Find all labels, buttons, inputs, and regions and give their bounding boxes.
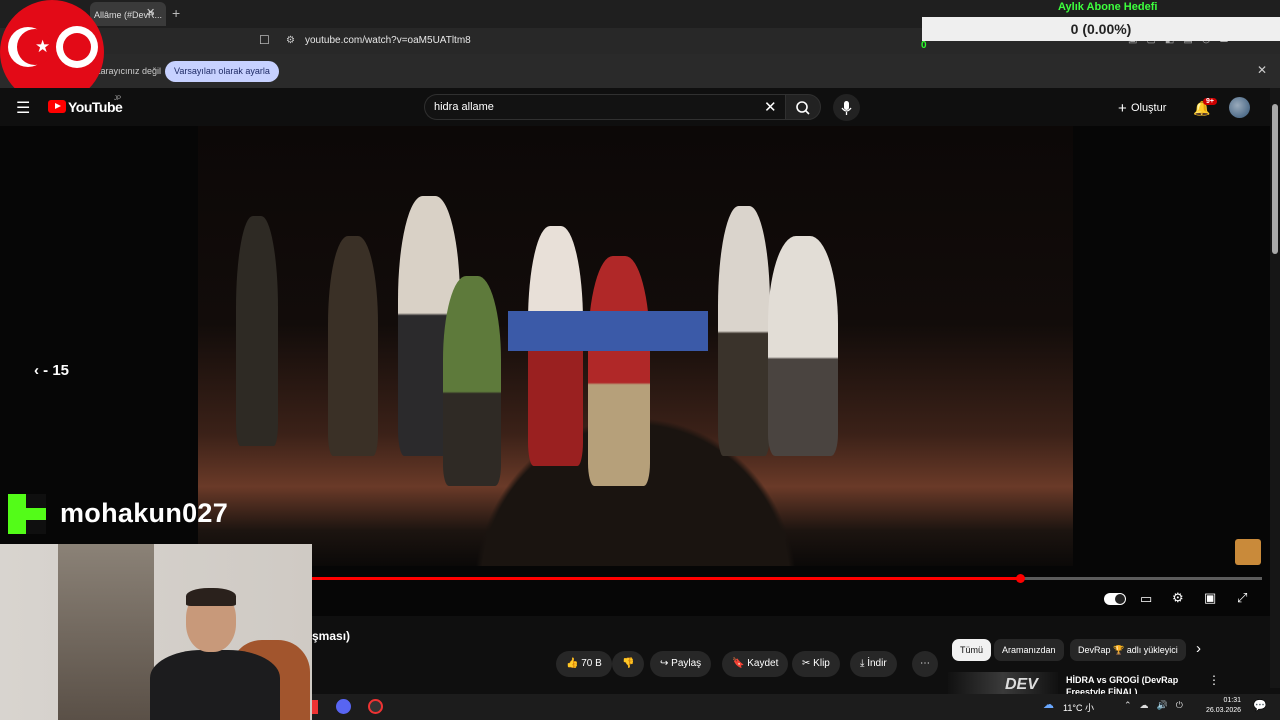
more-actions-button[interactable]: ⋯ xyxy=(912,651,938,677)
infobar-text: tarayıcınız değil xyxy=(98,66,162,76)
ime-indicator[interactable]: 小 xyxy=(1085,703,1094,713)
new-tab-icon[interactable]: + xyxy=(172,5,180,21)
subtitles-icon[interactable]: ▭ xyxy=(1140,591,1152,607)
goal-title: Aylık Abone Hedefi xyxy=(1058,1,1158,13)
clip-button[interactable]: ✂ Klip xyxy=(792,651,840,677)
bookmark-icon[interactable]: ☐ xyxy=(259,33,270,47)
play-triangle-icon xyxy=(55,103,61,109)
clock-time: 01:31 xyxy=(1223,697,1242,704)
recommendation-title[interactable]: HİDRA vs GROGİ (DevRap Freestyle FİNAL) xyxy=(1066,674,1186,694)
like-button[interactable]: 👍 70 B xyxy=(556,651,612,677)
chip-from-search[interactable]: Aramanızdan xyxy=(994,639,1064,661)
bookmark-icon: 🔖 xyxy=(732,658,748,669)
weather-cloud-icon: ☁ xyxy=(1043,699,1054,711)
chip-uploader[interactable]: DevRap 🏆 adlı yükleyici xyxy=(1070,639,1186,661)
scrollbar-thumb[interactable] xyxy=(1272,104,1278,254)
progress-fill xyxy=(312,577,1020,580)
download-label: İndir xyxy=(867,658,887,669)
hamburger-menu-icon[interactable]: ☰ xyxy=(16,98,30,118)
scissors-icon: ✂ xyxy=(802,658,814,669)
streamer-name: mohakun027 xyxy=(60,498,229,528)
chevron-right-icon[interactable]: › xyxy=(1196,640,1201,657)
voice-search-button[interactable] xyxy=(833,94,860,121)
fullscreen-icon[interactable]: ⤢ xyxy=(1237,590,1247,606)
site-info-icon[interactable]: ⚙ xyxy=(286,35,295,46)
clip-label: Klip xyxy=(813,658,830,669)
download-button[interactable]: ⤓ İndir xyxy=(850,651,897,677)
clock-date: 26.03.2026 xyxy=(1206,707,1242,714)
discord-icon[interactable] xyxy=(336,699,351,714)
set-default-button[interactable]: Varsayılan olarak ayarla xyxy=(165,61,279,82)
video-title: şması) xyxy=(312,629,351,643)
thumbs-down-icon: 👎 xyxy=(622,658,635,669)
share-icon: ↪ xyxy=(660,658,672,669)
wall-poster xyxy=(58,544,154,720)
like-count: 70 B xyxy=(581,658,602,669)
create-label: Oluştur xyxy=(1130,102,1167,114)
search-button[interactable] xyxy=(785,94,821,120)
seek-back-indicator: ‹ - 15 xyxy=(34,362,69,379)
avatar[interactable] xyxy=(1229,97,1250,118)
clear-search-icon[interactable]: ✕ xyxy=(764,98,777,116)
plus-icon: + xyxy=(1118,100,1131,117)
share-label: Paylaş xyxy=(671,658,702,669)
browser-app-icon[interactable] xyxy=(368,699,383,714)
thumbs-up-icon: 👍 xyxy=(566,658,582,669)
streamer-body xyxy=(150,650,280,720)
create-button[interactable]: + Oluştur xyxy=(1118,100,1166,117)
app-icon[interactable] xyxy=(312,700,318,714)
channel-watermark-icon[interactable] xyxy=(1235,539,1261,565)
dislike-button[interactable]: 👎 xyxy=(612,651,645,677)
weather-value: 11°C xyxy=(1063,703,1083,713)
chip-all[interactable]: Tümü xyxy=(952,639,992,661)
share-button[interactable]: ↪ Paylaş xyxy=(650,651,712,677)
search-icon xyxy=(796,101,810,115)
miniplayer-icon[interactable]: ▣ xyxy=(1204,590,1216,606)
search-input[interactable]: hidra allame xyxy=(434,101,494,113)
weather-temp: 11°C 小 xyxy=(1063,701,1094,714)
more-dots-icon: ⋯ xyxy=(920,658,930,669)
close-tab-icon[interactable]: ✕ xyxy=(146,6,155,19)
progress-scrubber[interactable] xyxy=(1016,574,1025,583)
thumbnail-text: DEV xyxy=(1005,676,1038,693)
goal-value: 0 (0.00%) xyxy=(922,17,1280,41)
streamer-hair xyxy=(186,588,236,606)
notification-badge: 9+ xyxy=(1203,98,1217,105)
microphone-icon xyxy=(841,101,852,115)
kick-logo-cut xyxy=(26,494,46,508)
brand-country: JP xyxy=(114,96,122,102)
system-tray-icons[interactable]: ⌃☁🔊⏻ xyxy=(1124,700,1191,711)
save-button[interactable]: 🔖 Kaydet xyxy=(722,651,789,677)
notification-center-icon[interactable]: 💬 xyxy=(1253,699,1267,712)
save-label: Kaydet xyxy=(747,658,779,669)
skip-label: - 15 xyxy=(43,362,70,379)
more-options-icon[interactable]: ⋮ xyxy=(1208,673,1220,687)
chevron-left-icon: ‹ xyxy=(34,362,44,379)
autoplay-knob xyxy=(1115,594,1125,604)
goal-counter: 0 xyxy=(921,40,927,51)
close-icon[interactable]: ✕ xyxy=(1257,63,1267,77)
url-field[interactable]: youtube.com/watch?v=oaM5UATltm8 xyxy=(305,35,471,46)
clock[interactable]: 01:31 26.03.2026 xyxy=(1206,696,1241,716)
kick-logo-cut xyxy=(26,520,46,534)
video-frame xyxy=(198,126,1073,566)
settings-gear-icon[interactable]: ⚙ xyxy=(1172,590,1184,606)
